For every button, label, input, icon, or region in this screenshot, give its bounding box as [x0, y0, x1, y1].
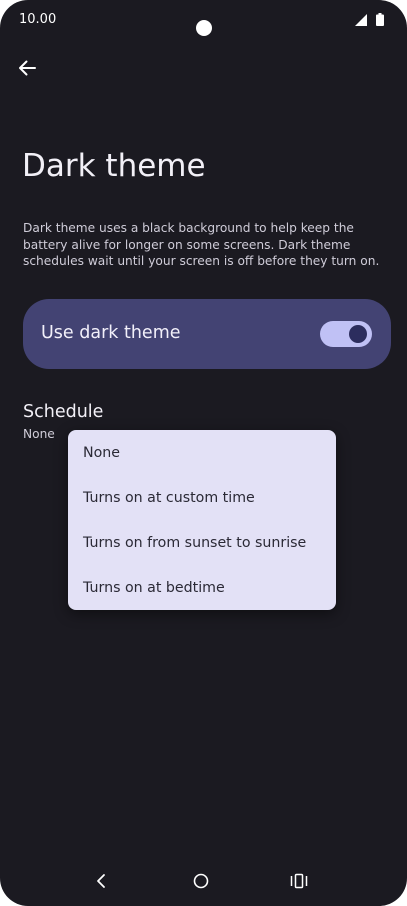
- status-bar: 10.00: [0, 0, 407, 40]
- page-description: Dark theme uses a black background to he…: [23, 221, 380, 268]
- menu-item-sunset-to-sunrise[interactable]: Turns on from sunset to sunrise: [68, 520, 336, 565]
- menu-item-custom-time[interactable]: Turns on at custom time: [68, 475, 336, 520]
- menu-item-none[interactable]: None: [68, 430, 336, 475]
- navigation-bar: [0, 860, 407, 904]
- schedule-value: None: [23, 427, 55, 441]
- battery-icon: [376, 13, 384, 26]
- nav-recents-icon[interactable]: [290, 873, 308, 889]
- signal-icon: [355, 14, 367, 26]
- menu-item-bedtime[interactable]: Turns on at bedtime: [68, 565, 336, 610]
- use-dark-theme-label: Use dark theme: [41, 323, 181, 343]
- use-dark-theme-toggle-card[interactable]: Use dark theme: [23, 299, 391, 369]
- arrow-left-icon[interactable]: [16, 57, 38, 79]
- nav-home-icon[interactable]: [193, 873, 209, 889]
- phone-screen: 10.00 Dark theme Dark theme uses a black…: [0, 0, 407, 906]
- schedule-title: Schedule: [23, 402, 104, 422]
- switch-thumb: [349, 325, 367, 343]
- dark-theme-switch[interactable]: [320, 321, 372, 347]
- schedule-dropdown-menu: None Turns on at custom time Turns on fr…: [68, 430, 336, 610]
- front-camera-icon: [196, 20, 212, 36]
- status-time: 10.00: [19, 12, 57, 27]
- nav-back-icon[interactable]: [92, 872, 110, 890]
- page-title: Dark theme: [22, 148, 206, 184]
